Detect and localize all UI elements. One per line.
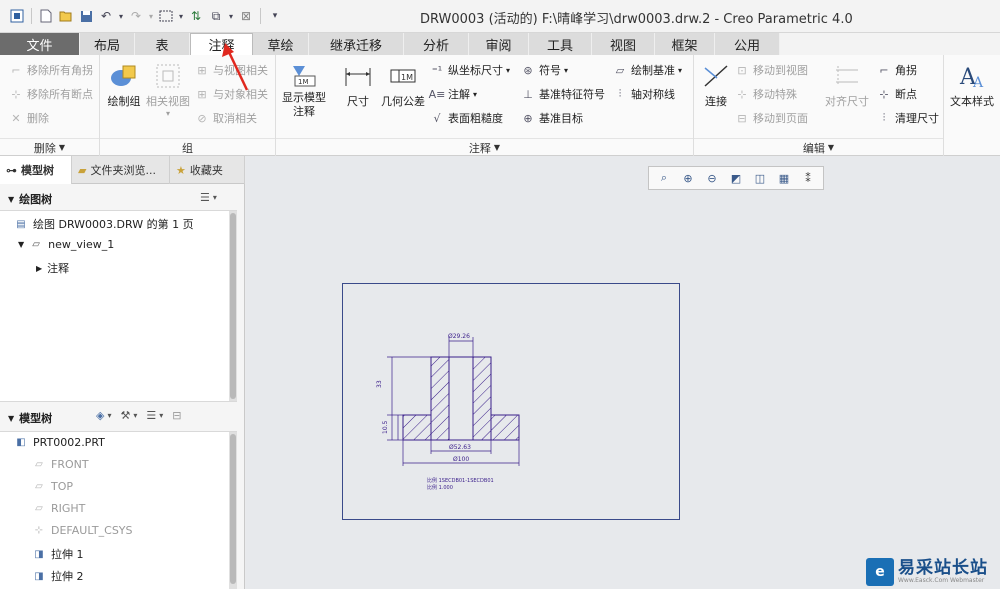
pointer-arrow-overlay [222,43,249,91]
red-arrowhead-icon [222,43,234,57]
red-arrow-icon [226,49,249,91]
